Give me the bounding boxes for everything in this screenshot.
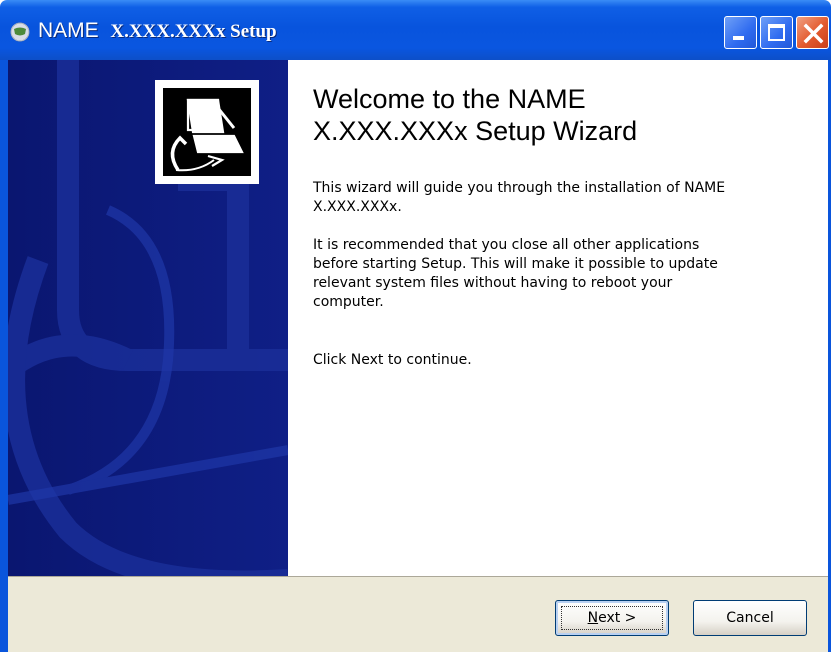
intro-paragraph: This wizard will guide you through the i… xyxy=(313,179,793,217)
minimize-button[interactable] xyxy=(724,16,757,49)
page-title-line2: X.XXX.XXXx Setup Wizard xyxy=(313,116,638,146)
next-button[interactable]: Next > xyxy=(555,600,669,636)
cancel-button-label: Cancel xyxy=(726,610,774,626)
recommendation-line3: relevant system files without having to … xyxy=(313,275,673,291)
maximize-icon xyxy=(768,24,785,41)
recommendation-line2: before starting Setup. This will make it… xyxy=(313,256,718,272)
close-button[interactable] xyxy=(796,16,829,49)
title-bar[interactable]: NAME X.XXX.XXXx Setup xyxy=(0,0,831,60)
page-title-line1: Welcome to the NAME xyxy=(313,84,586,114)
window-title: NAME X.XXX.XXXx Setup xyxy=(38,19,277,43)
recommendation-paragraph: It is recommended that you close all oth… xyxy=(313,236,793,312)
wizard-banner xyxy=(8,60,288,576)
close-icon xyxy=(803,23,824,44)
title-version-setup: X.XXX.XXXx Setup xyxy=(110,21,277,42)
intro-line1: This wizard will guide you through the i… xyxy=(313,180,726,196)
recommendation-line4: computer. xyxy=(313,294,384,310)
setup-window: NAME X.XXX.XXXx Setup Welcome to the NAM… xyxy=(0,0,831,652)
banner-artwork xyxy=(8,60,288,576)
app-icon xyxy=(10,22,30,42)
focus-rectangle xyxy=(561,606,663,630)
cancel-button[interactable]: Cancel xyxy=(693,600,807,636)
maximize-button[interactable] xyxy=(760,16,793,49)
continue-instruction: Click Next to continue. xyxy=(313,352,472,368)
recommendation-line1: It is recommended that you close all oth… xyxy=(313,237,700,253)
page-title: Welcome to the NAME X.XXX.XXXx Setup Wiz… xyxy=(313,83,637,147)
window-frame-left xyxy=(0,60,8,652)
intro-line2: X.XXX.XXXx. xyxy=(313,199,402,215)
title-product-name: NAME xyxy=(38,19,99,42)
minimize-icon xyxy=(733,36,744,40)
